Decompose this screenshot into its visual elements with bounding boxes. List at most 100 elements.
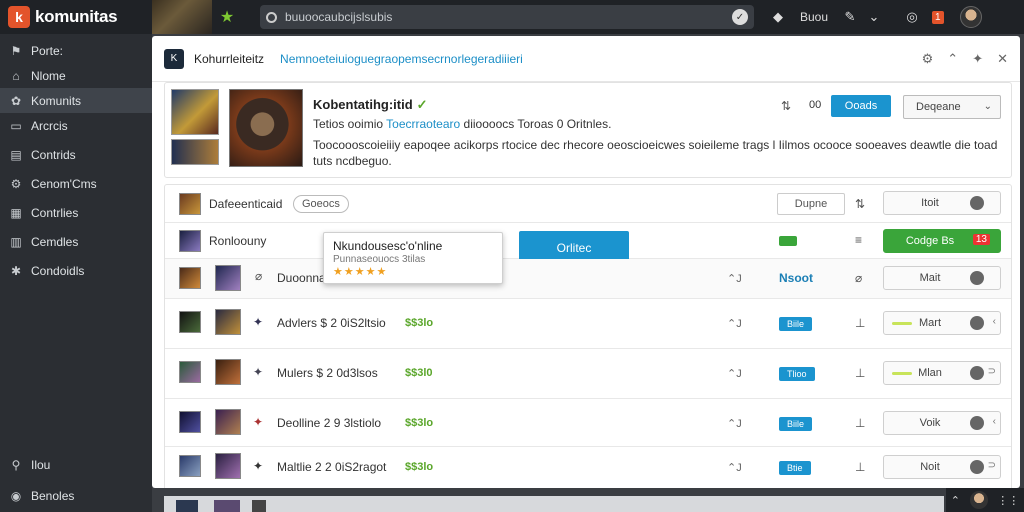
- sidebar-item-komunits[interactable]: ✿ Komunits: [0, 88, 152, 113]
- row-thumbnail: [179, 411, 201, 433]
- table-row[interactable]: ✦ Maltlie 2 2 0iS2ragot $$3lo ⌃J Btie ⊥ …: [165, 447, 1011, 488]
- pin-icon[interactable]: ✦: [972, 51, 983, 67]
- toggle-tail-icon: ⊃: [987, 366, 996, 377]
- row-tag[interactable]: Goeocs: [293, 195, 349, 213]
- pin-icon[interactable]: ⊥: [855, 366, 865, 380]
- row-count: ⌃J: [727, 273, 742, 285]
- menu-icon[interactable]: ≡: [855, 233, 862, 247]
- user-avatar[interactable]: [959, 6, 982, 28]
- table-row[interactable]: ✦ Mulers $ 2 0d3lsos $$3l0 ⌃J Tlioo ⊥ Ml…: [165, 349, 1011, 399]
- featured-card: Kobentatihg:itid ✓ Tetios ooimio Toecrrao…: [164, 82, 1012, 178]
- link-icon[interactable]: ⌀: [255, 269, 262, 283]
- sidebar-item-games[interactable]: ⚙ Cenom'Cms: [0, 171, 152, 196]
- sidebar-item-settings[interactable]: ✱ Condoidls: [0, 258, 152, 283]
- shield-icon[interactable]: ◆: [766, 9, 790, 25]
- featured-thumbnail[interactable]: [171, 139, 219, 165]
- notification-badge[interactable]: 1: [932, 10, 944, 24]
- row-name[interactable]: Maltlie 2 2 0iS2ragot: [277, 460, 386, 474]
- row-name[interactable]: Dafeeenticaid: [209, 197, 282, 211]
- row-thumbnail: [179, 455, 201, 477]
- collapse-icon[interactable]: ⌃: [947, 51, 958, 67]
- search-icon: [266, 11, 277, 23]
- panel-header: K Kohurrleiteitz Nemnoeteiuioguegraopems…: [152, 36, 1020, 82]
- sidebar-item-porte[interactable]: ⚑ Porte:: [0, 38, 152, 63]
- pin-icon[interactable]: ⊥: [855, 416, 865, 430]
- sidebar-item-label: Nlome: [31, 68, 66, 83]
- sidebar-item-archive[interactable]: ▭ Arcrcis: [0, 113, 152, 138]
- search-submit-icon[interactable]: ✓: [732, 9, 748, 25]
- table-row[interactable]: ⌀ Duoonnasadoi ⌃J Nsoot ⌀ Mait: [165, 259, 1011, 299]
- sidebar-item-contrlies[interactable]: ▦ Contrlies: [0, 200, 152, 225]
- row-name[interactable]: Ronloouny: [209, 234, 266, 248]
- featured-artwork[interactable]: [229, 89, 303, 167]
- panel-actions: ⚙ ⌃ ✦ ✕: [922, 51, 1008, 67]
- row-input[interactable]: Dupne: [777, 193, 845, 215]
- row-toggle[interactable]: Noit ⊃: [883, 455, 1001, 479]
- settings-icon[interactable]: ⚙: [922, 51, 934, 67]
- toggle-label: Mart: [919, 317, 941, 329]
- toggle-label: Itoit: [921, 197, 939, 209]
- sidebar-item-label: Contrids: [31, 147, 76, 162]
- grid-icon[interactable]: ⋮⋮: [997, 494, 1019, 507]
- featured-primary-button[interactable]: Ooads: [831, 95, 891, 117]
- sidebar-item-ilou[interactable]: ⚲ Ilou: [0, 452, 152, 477]
- row-thumbnail: [179, 193, 201, 215]
- sidebar-item-home[interactable]: ⌂ Nlome: [0, 63, 152, 88]
- row-toggle[interactable]: Mlan ⊃: [883, 361, 1001, 385]
- row-toggle[interactable]: Mait: [883, 266, 1001, 290]
- featured-thumbnail[interactable]: [171, 89, 219, 135]
- search-input[interactable]: buuoocaubcijslsubis: [285, 10, 732, 24]
- collapse-icon[interactable]: ⌃: [951, 494, 960, 507]
- toggle-knob: [970, 316, 984, 330]
- row-thumbnail: [179, 311, 201, 333]
- table-row[interactable]: ✦ Advlers $ 2 0iS2ltsio $$3lo ⌃J Biile ⊥…: [165, 299, 1011, 349]
- sidebar-item-controls[interactable]: ▤ Contrids: [0, 142, 152, 167]
- row-toggle[interactable]: Voik ‹: [883, 411, 1001, 435]
- sidebar-item-label: Cemdles: [31, 234, 79, 249]
- row-count: ⌃J: [727, 418, 742, 430]
- pin-icon[interactable]: ⊥: [855, 316, 865, 330]
- bell-icon[interactable]: ◎: [900, 9, 924, 25]
- featured-thumbnails: [171, 89, 221, 167]
- featured-meta: Tetios ooimio Toecrraotearo diioooocs To…: [313, 117, 611, 131]
- search-bar[interactable]: buuoocaubcijslsubis ✓: [260, 5, 754, 29]
- sort-icon[interactable]: ⇅: [855, 197, 865, 211]
- game-thumbnail[interactable]: [152, 0, 212, 34]
- pin-icon[interactable]: ⊥: [855, 460, 865, 474]
- row-cover: [215, 309, 241, 335]
- edit-icon[interactable]: ⌀: [855, 271, 862, 285]
- sidebar-item-cemdles[interactable]: ▥ Cemdles: [0, 229, 152, 254]
- community-list: Dafeeenticaid Goeocs Dupne ⇅ Itoit Ronlo…: [164, 184, 1012, 488]
- avatar[interactable]: [969, 491, 988, 509]
- star-icon[interactable]: ★: [212, 0, 242, 34]
- home-icon: ⌂: [12, 68, 20, 83]
- close-icon[interactable]: ✕: [997, 51, 1008, 67]
- table-row[interactable]: Dafeeenticaid Goeocs Dupne ⇅ Itoit: [165, 185, 1011, 223]
- help-icon: ◉: [10, 488, 22, 503]
- featured-title: Kobentatihg:itid ✓: [313, 97, 428, 113]
- chevron-down-icon[interactable]: ⌄: [862, 9, 886, 25]
- row-count: ⌃J: [727, 368, 742, 380]
- panel-subtitle-link[interactable]: Nemnoeteiuioguegraopemsecrnorlegeradiiie…: [280, 52, 523, 66]
- logo[interactable]: k komunitas: [0, 0, 152, 34]
- pin-icon: ⚲: [11, 457, 21, 472]
- row-cover: [215, 409, 241, 435]
- row-thumbnail: [179, 361, 201, 383]
- community-panel: K Kohurrleiteitz Nemnoeteiuioguegraopems…: [152, 36, 1020, 488]
- edit-icon[interactable]: ✎: [838, 9, 862, 25]
- share-icon[interactable]: ⇅: [781, 99, 791, 113]
- row-toggle[interactable]: Itoit: [883, 191, 1001, 215]
- mini-user-widget[interactable]: ⌃ ⋮⋮: [946, 488, 1024, 512]
- row-price: $$3l0: [405, 367, 433, 379]
- row-toggle[interactable]: Codge Bs 13: [883, 229, 1001, 253]
- featured-dropdown[interactable]: Deqeane ⌄: [903, 95, 1001, 119]
- sidebar-item-benoles[interactable]: ◉ Benoles: [0, 483, 152, 508]
- table-row[interactable]: ✦ Deolline 2 9 3lstiolo $$3lo ⌃J Biile ⊥…: [165, 399, 1011, 447]
- featured-meta-link[interactable]: Toecrraotearo: [386, 117, 460, 131]
- table-row[interactable]: Ronloouny ≡ Codge Bs 13 Orlitec: [165, 223, 1011, 265]
- row-name[interactable]: Advlers $ 2 0iS2ltsio: [277, 316, 386, 330]
- top-action-label[interactable]: Buou: [790, 10, 838, 24]
- row-name[interactable]: Deolline 2 9 3lstiolo: [277, 416, 381, 430]
- row-name[interactable]: Mulers $ 2 0d3lsos: [277, 366, 378, 380]
- row-toggle[interactable]: Mart ‹: [883, 311, 1001, 335]
